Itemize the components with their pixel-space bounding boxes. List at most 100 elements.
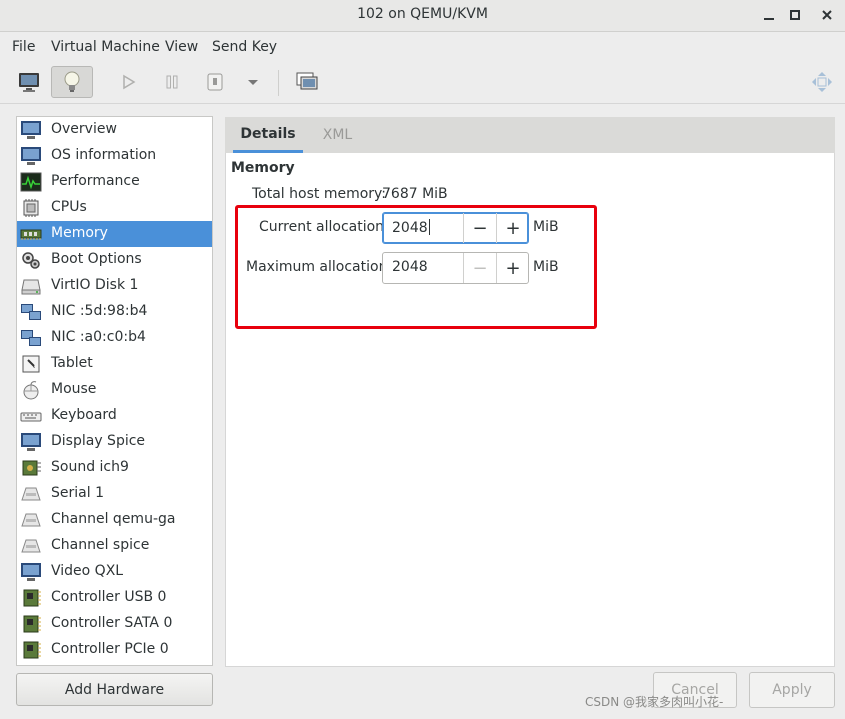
performance-icon <box>20 172 42 192</box>
annotation-highlight-box <box>235 205 597 329</box>
sidebar-item-label: NIC :a0:c0:b4 <box>51 329 146 345</box>
sidebar-item-controller-usb-0[interactable]: Controller USB 0 <box>17 585 212 611</box>
sidebar-item-performance[interactable]: Performance <box>17 169 212 195</box>
menu-virtual-machine[interactable]: Virtual Machine <box>51 39 160 55</box>
tablet-icon <box>22 355 40 373</box>
sidebar-item-mouse[interactable]: Mouse <box>17 377 212 403</box>
cpu-icon <box>23 199 39 217</box>
monitor-icon <box>21 147 41 165</box>
console-button[interactable] <box>14 67 44 97</box>
sidebar-item-nic-2[interactable]: NIC :a0:c0:b4 <box>17 325 212 351</box>
sidebar-item-label: Serial 1 <box>51 485 104 501</box>
mouse-icon <box>23 381 39 400</box>
sidebar-item-label: Controller SATA 0 <box>51 615 173 631</box>
add-hardware-button[interactable]: Add Hardware <box>16 673 213 706</box>
minimize-button[interactable] <box>757 4 781 26</box>
sidebar-item-label: OS information <box>51 147 157 163</box>
menu-send-key[interactable]: Send Key <box>212 39 277 55</box>
network-icon <box>21 304 41 320</box>
run-button[interactable] <box>113 67 143 97</box>
sidebar-item-tablet[interactable]: Tablet <box>17 351 212 377</box>
sidebar-item-display-spice[interactable]: Display Spice <box>17 429 212 455</box>
sidebar-item-label: Channel spice <box>51 537 150 553</box>
sidebar-item-channel-spice[interactable]: Channel spice <box>17 533 212 559</box>
sidebar-item-video-qxl[interactable]: Video QXL <box>17 559 212 585</box>
dropdown-arrow-icon <box>248 80 258 85</box>
fullscreen-icon <box>812 72 832 92</box>
serial-icon <box>21 513 41 527</box>
lightbulb-icon <box>64 71 80 92</box>
close-icon <box>822 10 832 20</box>
fullscreen-button[interactable] <box>807 67 837 97</box>
title-bar: 102 on QEMU/KVM <box>0 0 845 32</box>
sidebar-item-cpus[interactable]: CPUs <box>17 195 212 221</box>
serial-icon <box>21 539 41 553</box>
sidebar-item-keyboard[interactable]: Keyboard <box>17 403 212 429</box>
sidebar-item-label: Video QXL <box>51 563 124 579</box>
sidebar-item-label: Mouse <box>51 381 97 397</box>
sidebar-item-label: Memory <box>51 225 108 241</box>
sidebar-item-sound-ich9[interactable]: Sound ich9 <box>17 455 212 481</box>
monitor-icon <box>21 121 41 139</box>
pause-icon <box>166 75 178 89</box>
toolbar <box>0 62 845 104</box>
minimize-icon <box>764 18 774 20</box>
sidebar-item-label: VirtIO Disk 1 <box>51 277 139 293</box>
maximize-button[interactable] <box>783 4 807 26</box>
memory-section-title: Memory <box>231 160 295 176</box>
close-button[interactable] <box>815 4 839 26</box>
gear-icon <box>22 252 40 269</box>
sidebar-item-overview[interactable]: Overview <box>17 117 212 143</box>
controller-icon <box>23 641 41 659</box>
sidebar-item-label: Controller USB 0 <box>51 589 167 605</box>
snapshots-button[interactable] <box>292 67 322 97</box>
play-icon <box>123 74 136 90</box>
tab-xml[interactable]: XML <box>315 117 360 153</box>
network-icon <box>21 330 41 346</box>
total-host-memory-value: 7687 MiB <box>382 186 448 202</box>
details-tabs: Details XML <box>225 117 835 153</box>
sidebar-item-controller-pcie-0[interactable]: Controller PCIe 0 <box>17 637 212 663</box>
sidebar-item-serial-1[interactable]: Serial 1 <box>17 481 212 507</box>
sidebar-item-label: Tablet <box>51 355 93 371</box>
monitor-icon <box>21 563 41 581</box>
sidebar-item-label: Sound ich9 <box>51 459 129 475</box>
monitor-icon <box>21 433 41 451</box>
sound-icon <box>22 460 41 476</box>
menu-bar: File Virtual Machine View Send Key <box>0 33 845 61</box>
sidebar-item-label: NIC :5d:98:b4 <box>51 303 148 319</box>
controller-icon <box>23 615 41 633</box>
toolbar-separator <box>278 70 279 96</box>
sidebar-item-boot-options[interactable]: Boot Options <box>17 247 212 273</box>
apply-button[interactable]: Apply <box>749 672 835 708</box>
keyboard-icon <box>20 412 42 422</box>
sidebar-item-memory[interactable]: Memory <box>17 221 212 247</box>
total-host-memory-label: Total host memory: <box>252 186 387 202</box>
watermark: CSDN @我家多肉叫小花- <box>585 695 724 709</box>
sidebar-item-virtio-disk-1[interactable]: VirtIO Disk 1 <box>17 273 212 299</box>
shutdown-menu-button[interactable] <box>238 67 268 97</box>
serial-icon <box>21 487 41 501</box>
snapshots-icon <box>296 72 318 90</box>
maximize-icon <box>790 10 800 20</box>
memory-icon <box>20 229 42 240</box>
sidebar-item-label: Performance <box>51 173 140 189</box>
pause-button[interactable] <box>157 67 187 97</box>
sidebar-item-channel-qemu-ga[interactable]: Channel qemu-ga <box>17 507 212 533</box>
controller-icon <box>23 589 41 607</box>
sidebar-item-nic-1[interactable]: NIC :5d:98:b4 <box>17 299 212 325</box>
menu-file[interactable]: File <box>12 39 35 55</box>
sidebar-item-label: Keyboard <box>51 407 117 423</box>
details-button[interactable] <box>51 66 93 98</box>
shutdown-button[interactable] <box>200 67 230 97</box>
menu-view[interactable]: View <box>165 39 198 55</box>
power-icon <box>207 73 223 91</box>
tab-details[interactable]: Details <box>233 117 303 153</box>
sidebar-item-controller-sata-0[interactable]: Controller SATA 0 <box>17 611 212 637</box>
sidebar-item-label: CPUs <box>51 199 87 215</box>
sidebar-item-label: Boot Options <box>51 251 142 267</box>
sidebar-item-label: Overview <box>51 121 117 137</box>
hardware-list: Overview OS information Performance CPUs… <box>16 116 213 666</box>
window-title: 102 on QEMU/KVM <box>357 6 488 22</box>
sidebar-item-os-information[interactable]: OS information <box>17 143 212 169</box>
